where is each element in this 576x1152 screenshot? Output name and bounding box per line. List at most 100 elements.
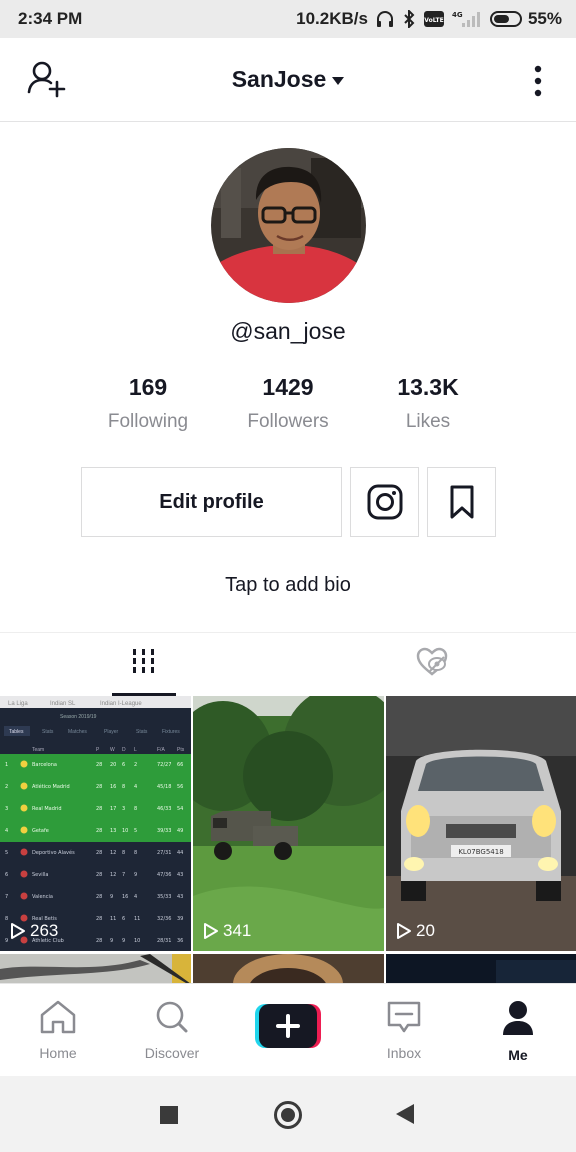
nav-label: Home: [39, 1045, 77, 1061]
create-plus-icon: [255, 1004, 321, 1048]
favorites-button[interactable]: [427, 467, 496, 537]
home-circle-icon[interactable]: [274, 1101, 302, 1129]
table-cell-pts: 43: [177, 872, 183, 878]
table-cell-l: 4: [134, 894, 137, 900]
table-cell-w: 13: [110, 828, 116, 834]
thumb-subtab-4: Player: [104, 729, 119, 735]
table-cell-fa: 39/33: [157, 828, 171, 834]
table-cell-pts: 54: [177, 806, 183, 812]
video-thumbnail[interactable]: [0, 954, 191, 986]
stat-value: 169: [128, 374, 168, 400]
edit-profile-button[interactable]: Edit profile: [81, 467, 342, 537]
table-cell-w: 20: [110, 762, 116, 768]
table-cell-w: 12: [110, 872, 116, 878]
battery-text: 55%: [527, 9, 562, 28]
table-cell-pos: 9: [5, 938, 8, 944]
search-icon: [156, 1001, 188, 1033]
add-bio-link[interactable]: Tap to add bio: [0, 574, 576, 597]
more-vertical-icon: [534, 65, 542, 97]
table-cell-d: 3: [122, 806, 125, 812]
grid-videos-icon: [133, 649, 154, 673]
table-cell-p: 28: [96, 828, 102, 834]
table-cell-team: Barcelona: [32, 762, 57, 768]
table-cell-pos: 2: [5, 784, 8, 790]
table-cell-l: 5: [134, 828, 137, 834]
signal-4g-icon: 4G: [452, 10, 482, 28]
more-options-button[interactable]: [526, 62, 550, 102]
tab-liked[interactable]: [412, 647, 452, 687]
status-time: 2:34 PM: [18, 9, 83, 28]
table-cell-pts: 49: [177, 828, 183, 834]
table-cell-d: 9: [122, 938, 125, 944]
back-icon[interactable]: [396, 1104, 414, 1124]
thumb-header-team: Team: [32, 747, 44, 753]
thumb-subtab-2: Stats: [42, 729, 54, 735]
avatar[interactable]: [211, 148, 366, 303]
nav-discover[interactable]: Discover: [122, 1000, 222, 1061]
thumbnail-image: [193, 954, 384, 986]
view-count: 20: [396, 921, 435, 941]
create-video-button[interactable]: [255, 1004, 321, 1048]
table-cell-p: 28: [96, 938, 102, 944]
account-switcher[interactable]: SanJose: [232, 66, 345, 93]
nav-label: Discover: [144, 1045, 200, 1061]
table-cell-w: 9: [110, 894, 113, 900]
video-thumbnail[interactable]: [193, 954, 384, 986]
instagram-icon: [367, 484, 402, 520]
table-cell-fa: 45/18: [157, 784, 171, 790]
profile-username: @san_jose: [230, 318, 346, 344]
nav-me[interactable]: Me: [468, 1000, 568, 1063]
tab-videos[interactable]: [112, 647, 176, 697]
stat-followers[interactable]: 1429 Followers: [218, 374, 358, 433]
status-icons: 10.2KB/s VoLTE 4G 55%: [296, 9, 562, 29]
table-cell-pos: 5: [5, 850, 8, 856]
video-grid: La Liga Indian SL Indian I-League Season…: [0, 696, 576, 986]
stat-label: Followers: [247, 411, 329, 432]
stat-value: 1429: [262, 374, 314, 400]
thumb-header-fa: F/A: [157, 747, 165, 753]
stat-label: Following: [107, 411, 189, 432]
car-plate-text: KL07BG5418: [458, 848, 503, 856]
table-cell-p: 28: [96, 806, 102, 812]
thumbnail-jeep-image: [193, 696, 384, 951]
table-cell-p: 28: [96, 850, 102, 856]
team-crest: [20, 760, 28, 768]
table-cell-l: 8: [134, 850, 137, 856]
view-count: 341: [203, 921, 251, 941]
table-cell-d: 6: [122, 916, 125, 922]
table-cell-pos: 1: [5, 762, 8, 768]
table-cell-l: 2: [134, 762, 137, 768]
table-cell-l: 10: [134, 938, 140, 944]
team-crest: [20, 826, 28, 834]
table-cell-d: 6: [122, 762, 125, 768]
add-user-button[interactable]: [26, 60, 70, 100]
thumbnail-table-image: La Liga Indian SL Indian I-League Season…: [0, 696, 191, 951]
stat-likes[interactable]: 13.3K Likes: [358, 374, 498, 433]
instagram-button[interactable]: [350, 467, 419, 537]
video-thumbnail[interactable]: [386, 954, 576, 986]
profile-header: SanJose: [0, 38, 576, 122]
table-cell-pts: 56: [177, 784, 183, 790]
thumb-tab-2: Indian SL: [50, 701, 76, 707]
table-cell-fa: 32/36: [157, 916, 171, 922]
stat-following[interactable]: 169 Following: [78, 374, 218, 433]
table-cell-team: Valencia: [32, 894, 53, 900]
thumb-tab-1: La Liga: [8, 701, 28, 707]
recents-icon[interactable]: [160, 1106, 178, 1124]
nav-inbox[interactable]: Inbox: [354, 1000, 454, 1061]
thumb-subtab-3: Matches: [68, 729, 87, 735]
table-cell-p: 28: [96, 784, 102, 790]
bluetooth-icon: [402, 10, 416, 28]
thumb-subtab-5: Stats: [136, 729, 148, 735]
table-cell-pos: 7: [5, 894, 8, 900]
profile-tabs: [0, 632, 576, 696]
profile-stats: 169 Following 1429 Followers 13.3K Likes: [78, 374, 498, 433]
table-cell-fa: 46/33: [157, 806, 171, 812]
video-thumbnail[interactable]: La Liga Indian SL Indian I-League Season…: [0, 696, 191, 951]
video-thumbnail[interactable]: KL07BG5418 20: [386, 696, 576, 951]
video-thumbnail[interactable]: 341: [193, 696, 384, 951]
table-cell-d: 7: [122, 872, 125, 878]
table-cell-pos: 3: [5, 806, 8, 812]
table-cell-w: 9: [110, 938, 113, 944]
nav-home[interactable]: Home: [8, 1000, 108, 1061]
